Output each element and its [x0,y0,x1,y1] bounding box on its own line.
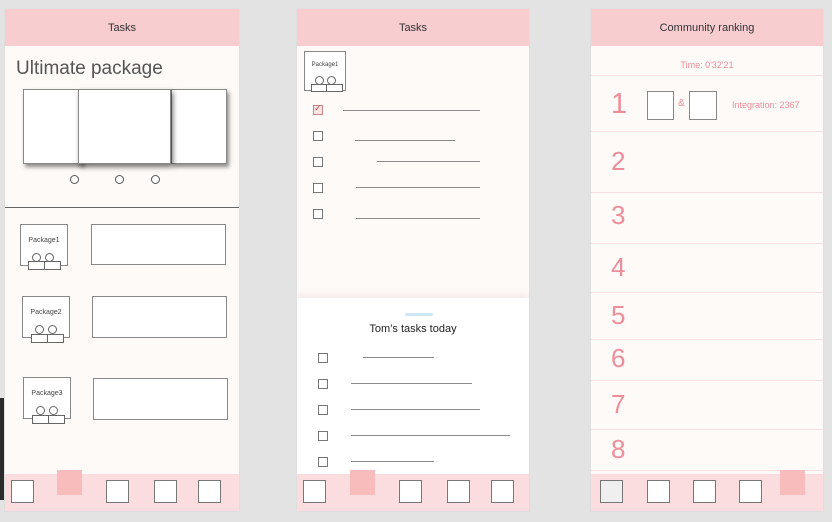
page-title: Ultimate package [16,58,163,79]
task-line [351,383,472,384]
package-label: Package1 [28,237,60,244]
tab-3[interactable] [399,480,422,503]
tab-bar [591,470,823,511]
task-checkbox[interactable] [318,431,328,441]
task-line [363,357,434,358]
player-avatar-1[interactable] [647,91,674,120]
package-label: Package3 [31,390,63,397]
task-line [351,435,510,436]
seat-icon [28,261,45,270]
tab-2-active[interactable] [350,470,375,495]
tab-bar [297,470,529,511]
rank-row-8[interactable]: 8 [591,430,823,471]
avatar-icon [48,325,57,334]
rank-number: 4 [611,252,626,282]
rank-number: 7 [611,389,626,419]
screen-packages: Tasks Ultimate package Package1 Package2… [4,8,240,512]
sheet-title: Tom’s tasks today [369,323,457,335]
task-line [351,461,434,462]
task-checkbox[interactable] [313,131,323,141]
carousel-card-center[interactable] [78,89,171,164]
package-card-1[interactable] [91,224,226,265]
sheet-drag-handle[interactable] [405,313,433,316]
seat-icon [48,415,65,424]
package-card-2[interactable] [92,296,227,338]
tab-4[interactable] [739,480,762,503]
rank-row-1[interactable]: 1 & Integration: 2367 [591,76,823,132]
rank-number: 3 [611,200,626,230]
rank-number: 2 [611,146,626,176]
package-label: Package1 [311,62,339,68]
screen-ranking: Community ranking Time: 0'32'21 1 & Inte… [590,8,824,512]
rank-row-7[interactable]: 7 [591,381,823,430]
task-line [377,161,480,162]
task-checkbox[interactable] [318,379,328,389]
integration-score: Integration: 2367 [732,100,800,110]
tab-4[interactable] [447,480,470,503]
tab-5-active[interactable] [780,470,805,495]
tab-4[interactable] [154,480,177,503]
task-checkbox[interactable] [313,209,323,219]
rank-row-4[interactable]: 4 [591,244,823,293]
seat-icon [326,84,343,92]
player-avatar-2[interactable] [689,91,717,120]
tab-1[interactable] [303,480,326,503]
avatar-icon [36,406,45,415]
task-line [356,187,480,188]
section-divider [5,207,239,208]
tab-1[interactable] [600,480,623,503]
avatar-icon [49,406,58,415]
seat-icon [31,334,48,343]
header-title: Tasks [297,9,529,46]
tab-3[interactable] [106,480,129,503]
task-checkbox[interactable] [313,183,323,193]
seat-icon [44,261,61,270]
tab-2[interactable] [647,480,670,503]
carousel-dot-2[interactable] [115,175,124,184]
task-line [356,218,480,219]
package-thumb-2[interactable]: Package2 [22,296,70,343]
tab-bar [5,470,239,511]
rank-row-3[interactable]: 3 [591,193,823,244]
package-thumb-1[interactable]: Package1 [20,224,68,270]
rank-row-2[interactable]: 2 [591,132,823,193]
task-line [355,140,455,141]
rank-number: 8 [611,434,626,464]
carousel-card-left[interactable] [23,89,83,164]
screen-tasks: Tasks Package1 Tom’s tasks today [296,8,530,512]
task-checkbox-checked[interactable] [313,103,323,115]
package-label: Package2 [30,309,62,316]
carousel-dot-1[interactable] [70,175,79,184]
rank-number: 5 [611,300,626,330]
task-checkbox[interactable] [318,457,328,467]
package-card-3[interactable] [93,378,228,420]
avatar-icon [35,325,44,334]
time-label: Time: 0'32'21 [680,60,734,70]
rank-row-5[interactable]: 5 [591,293,823,340]
package-thumb[interactable]: Package1 [304,51,346,92]
carousel-dot-3[interactable] [151,175,160,184]
header-title: Tasks [5,9,239,46]
rank-number: 1 [611,88,628,120]
tab-1[interactable] [11,480,34,503]
tab-5[interactable] [491,480,514,503]
carousel-card-right[interactable] [171,89,227,164]
task-line [343,110,480,111]
tab-5[interactable] [198,480,221,503]
task-checkbox[interactable] [313,157,323,167]
package-thumb-3[interactable]: Package3 [23,377,71,424]
tab-3[interactable] [693,480,716,503]
ampersand-label: & [678,98,685,109]
task-line [351,409,480,410]
seat-icon [32,415,49,424]
tab-2-active[interactable] [57,470,82,495]
rank-number: 6 [611,343,626,373]
task-checkbox[interactable] [318,405,328,415]
task-checkbox[interactable] [318,353,328,363]
header-title: Community ranking [591,9,823,46]
seat-icon [47,334,64,343]
rank-row-6[interactable]: 6 [591,340,823,381]
